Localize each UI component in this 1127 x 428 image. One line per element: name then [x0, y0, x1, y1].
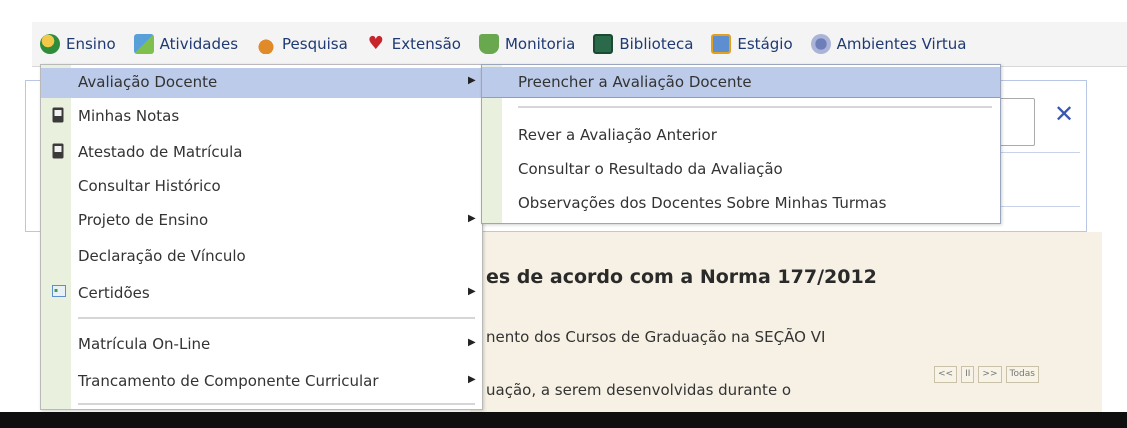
document-icon [52, 143, 64, 159]
submenu-arrow-icon: ▶ [468, 213, 476, 224]
menu-pesquisa[interactable]: Pesquisa [248, 22, 358, 66]
submenu-item-label: Observações dos Docentes Sobre Minhas Tu… [518, 194, 887, 212]
menu-item-certidoes[interactable]: Certidões ▶ [41, 279, 482, 309]
menu-biblioteca[interactable]: Biblioteca [585, 22, 703, 66]
menu-item-trancamento-componente[interactable]: Trancamento de Componente Curricular ▶ [41, 367, 482, 397]
submenu-arrow-icon: ▶ [468, 337, 476, 348]
flask-icon [256, 34, 277, 54]
certificate-icon [711, 34, 732, 54]
menu-item-label: Trancamento de Componente Curricular [78, 372, 379, 390]
menu-item-label: Consultar Histórico [78, 177, 221, 195]
menu-ensino[interactable]: Ensino [32, 22, 126, 66]
main-menubar: Ensino Atividades Pesquisa ♥ Extensão Mo… [32, 22, 1127, 67]
notice-text: uação, a serem desenvolvidas durante o [486, 381, 792, 399]
menu-extensao-label: Extensão [391, 35, 461, 53]
menu-item-label: Projeto de Ensino [78, 211, 209, 229]
submenu-arrow-icon: ▶ [468, 75, 476, 86]
menu-item-label: Atestado de Matrícula [78, 143, 243, 161]
submenu-arrow-icon: ▶ [468, 374, 476, 385]
menu-item-matricula-online[interactable]: Matrícula On-Line ▶ [41, 330, 482, 360]
menu-estagio[interactable]: Estágio [703, 22, 802, 66]
submenu-item-label: Preencher a Avaliação Docente [518, 73, 752, 91]
menu-atividades[interactable]: Atividades [126, 22, 248, 66]
menu-ambientes-virtuais-label: Ambientes Virtua [836, 35, 967, 53]
menu-ensino-label: Ensino [66, 35, 116, 53]
submenu-item-label: Consultar o Resultado da Avaliação [518, 160, 783, 178]
menu-extensao[interactable]: ♥ Extensão [358, 22, 471, 66]
menu-item-minhas-notas[interactable]: Minhas Notas [41, 102, 482, 132]
globe-icon [40, 34, 60, 54]
close-icon[interactable]: ✕ [1054, 100, 1074, 128]
monitor-icon [478, 34, 499, 54]
submenu-item-rever-avaliacao[interactable]: Rever a Avaliação Anterior [482, 120, 1000, 150]
submenu-item-consultar-resultado[interactable]: Consultar o Resultado da Avaliação [482, 154, 1000, 184]
pager-all-button[interactable]: Todas [1005, 366, 1039, 383]
bottom-bar [0, 412, 1127, 428]
menu-item-label: Minhas Notas [78, 107, 180, 125]
ensino-dropdown-menu: Avaliação Docente ▶ Minhas Notas Atestad… [40, 64, 483, 410]
menu-separator [518, 106, 992, 108]
menu-biblioteca-label: Biblioteca [619, 35, 694, 53]
notice-title: es de acordo com a Norma 177/2012 [486, 266, 877, 288]
menu-item-consultar-historico[interactable]: Consultar Histórico [41, 172, 482, 202]
menu-monitoria-label: Monitoria [504, 35, 576, 53]
avaliacao-docente-submenu: Preencher a Avaliação Docente Rever a Av… [481, 64, 1001, 224]
menu-item-label: Declaração de Vínculo [78, 247, 246, 265]
menu-ambientes-virtuais[interactable]: Ambientes Virtua [803, 22, 977, 66]
activities-icon [133, 34, 154, 54]
book-icon [593, 34, 614, 54]
menu-atividades-label: Atividades [159, 35, 239, 53]
menu-item-atestado-matricula[interactable]: Atestado de Matrícula [41, 138, 482, 168]
menu-item-declaracao-vinculo[interactable]: Declaração de Vínculo [41, 242, 482, 272]
heart-icon: ♥ [367, 33, 384, 54]
submenu-item-observacoes-docentes[interactable]: Observações dos Docentes Sobre Minhas Tu… [482, 188, 1000, 218]
menu-item-avaliacao-docente[interactable]: Avaliação Docente ▶ [41, 68, 482, 98]
pager-first-button[interactable]: << [934, 366, 958, 383]
menu-item-projeto-ensino[interactable]: Projeto de Ensino ▶ [41, 206, 482, 236]
menu-item-label: Matrícula On-Line [78, 335, 211, 353]
menu-pesquisa-label: Pesquisa [282, 35, 348, 53]
document-icon [52, 107, 64, 123]
submenu-item-preencher-avaliacao[interactable]: Preencher a Avaliação Docente [482, 67, 1000, 98]
menu-estagio-label: Estágio [737, 35, 793, 53]
menu-item-label: Certidões [78, 284, 150, 302]
pager-pause-button[interactable]: II [961, 366, 975, 383]
menu-item-label: Avaliação Docente [78, 73, 218, 91]
submenu-arrow-icon: ▶ [468, 286, 476, 297]
menu-separator [78, 403, 475, 405]
certificate-icon [52, 284, 66, 300]
virtual-env-icon [810, 34, 831, 54]
menu-monitoria[interactable]: Monitoria [471, 22, 585, 66]
submenu-item-label: Rever a Avaliação Anterior [518, 126, 717, 144]
notice-text: nento dos Cursos de Graduação na SEÇÃO V… [486, 328, 826, 346]
pager: << II >> Todas [934, 366, 1039, 383]
menu-separator [78, 317, 475, 319]
pager-next-button[interactable]: >> [978, 366, 1002, 383]
